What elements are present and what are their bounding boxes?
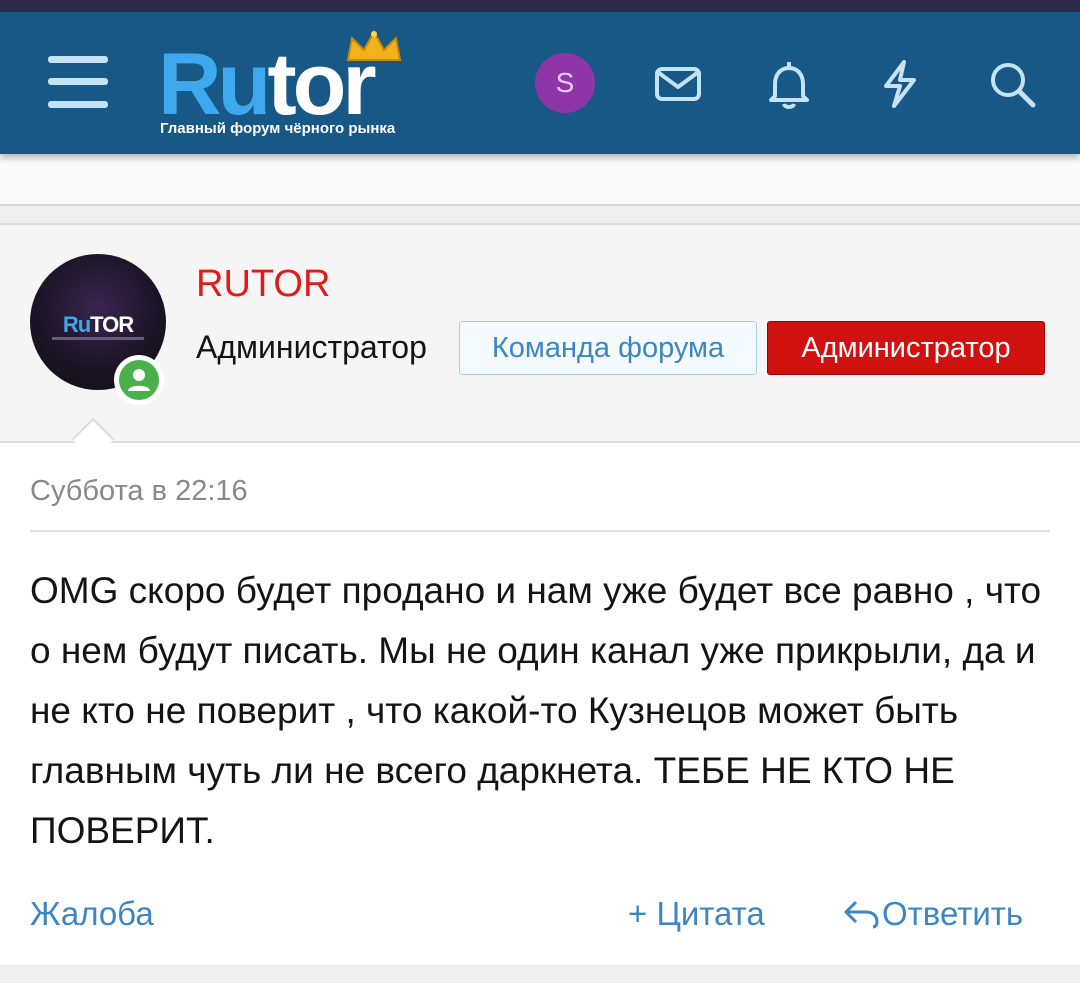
divider [30,530,1050,532]
post-date[interactable]: Суббота в 22:16 [30,475,248,508]
report-link[interactable]: Жалоба [30,895,154,933]
avatar-logo-text: RuTOR [62,312,134,337]
reply-label: Ответить [882,895,1024,932]
bottom-strip [0,965,1080,983]
team-badge: Команда форума [459,321,757,375]
admin-badge: Администратор [767,321,1045,375]
site-logo[interactable]: Rutor Главный форум чёрного рынка [158,30,448,146]
user-title: Администратор [196,329,427,365]
header-bar: Rutor Главный форум чёрного рынка S [0,12,1080,154]
online-indicator [114,355,164,405]
mail-icon[interactable] [650,56,706,112]
quote-button[interactable]: + Цитата [628,895,765,933]
search-icon[interactable] [984,56,1040,112]
post-username[interactable]: RUTOR [196,263,330,306]
menu-icon[interactable] [48,56,108,108]
reply-icon [844,900,879,929]
user-avatar[interactable]: S [535,53,595,113]
lightning-icon[interactable] [872,56,928,112]
page-strip [0,154,1080,206]
bell-icon[interactable] [761,56,817,112]
crown-icon [346,30,402,61]
avatar-logo-underline [52,337,144,340]
forum-post: RuTOR RUTOR Администратор Команда форума… [0,223,1080,967]
post-message: OMG скоро будет продано и нам уже будет … [30,570,1042,851]
logo-wordmark: Rutor [158,34,377,133]
top-strip [0,0,1080,12]
logo-tagline: Главный форум чёрного рынка [160,120,396,137]
reply-button[interactable]: Ответить [842,895,1023,933]
post-user-block: RuTOR RUTOR Администратор Команда форума… [0,225,1080,443]
user-status-icon [128,369,150,391]
